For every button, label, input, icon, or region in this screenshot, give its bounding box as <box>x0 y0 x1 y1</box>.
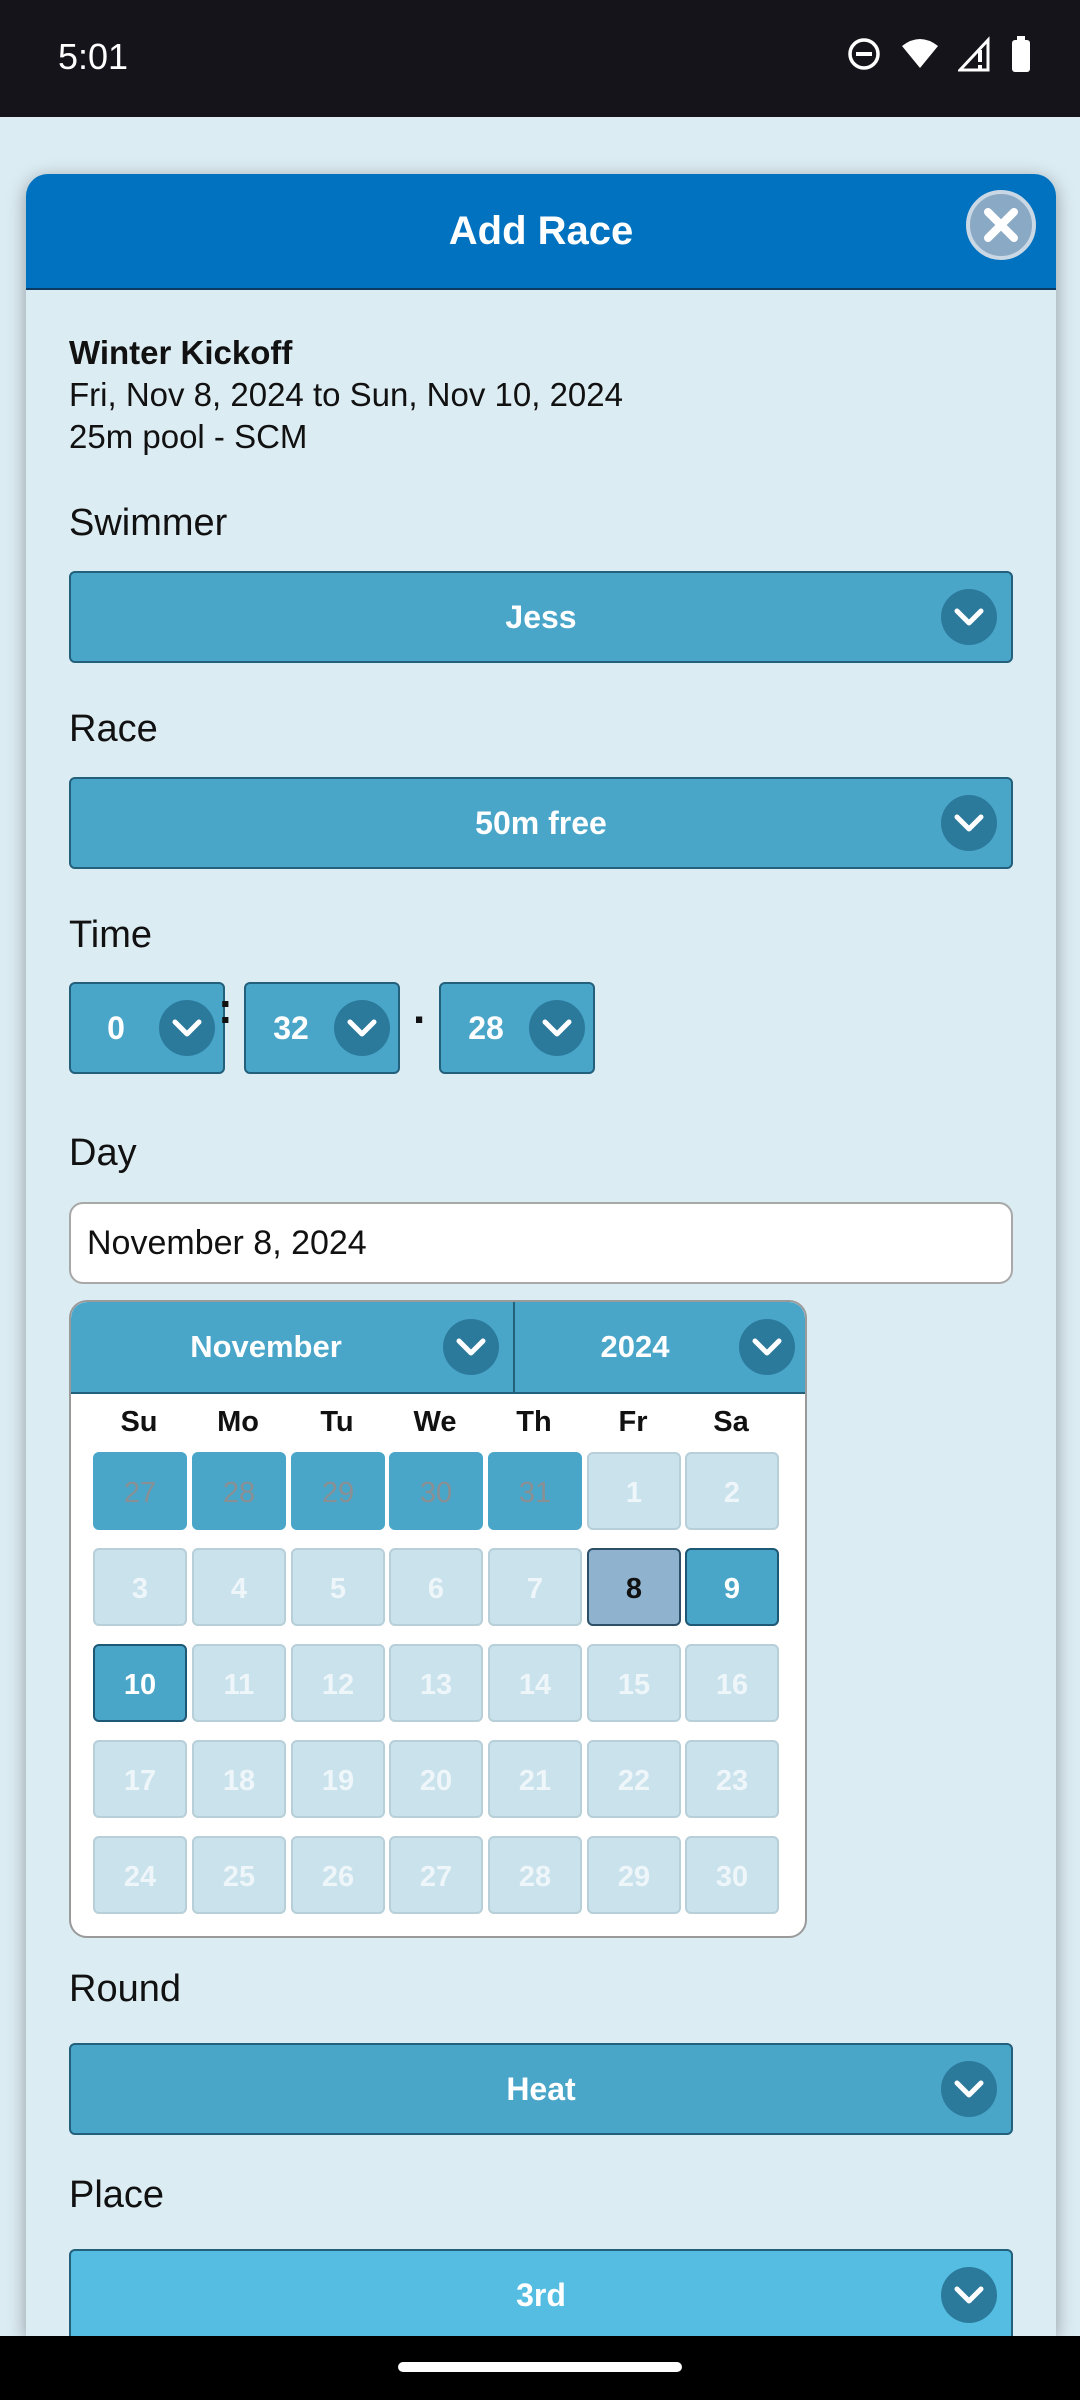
meet-info: Winter Kickoff Fri, Nov 8, 2024 to Sun, … <box>69 332 623 458</box>
calendar-day: 18 <box>192 1740 286 1818</box>
weekday-label: Mo <box>217 1406 259 1438</box>
weekday-label: We <box>413 1406 457 1438</box>
minutes-value: 0 <box>107 1010 125 1046</box>
calendar-day: 2 <box>685 1452 779 1530</box>
calendar-day: 23 <box>685 1740 779 1818</box>
calendar-day: 12 <box>291 1644 385 1722</box>
swimmer-label: Swimmer <box>69 502 228 544</box>
race-value: 50m free <box>475 805 607 841</box>
calendar-day-selected[interactable]: 8 <box>587 1548 681 1626</box>
calendar-day: 27 <box>389 1836 483 1914</box>
chevron-down-icon <box>529 1000 585 1056</box>
chevron-down-icon <box>334 1000 390 1056</box>
status-icons <box>846 36 1032 72</box>
calendar-day: 20 <box>389 1740 483 1818</box>
calendar-day: 26 <box>291 1836 385 1914</box>
calendar-day: 30 <box>685 1836 779 1914</box>
chevron-down-icon <box>159 1000 215 1056</box>
minutes-select[interactable]: 0 <box>69 982 225 1074</box>
day-label: Day <box>69 1132 137 1174</box>
month-value: November <box>190 1329 342 1364</box>
calendar-day: 21 <box>488 1740 582 1818</box>
status-time: 5:01 <box>58 36 129 77</box>
calendar-day-available[interactable]: 10 <box>93 1644 187 1722</box>
calendar-day: 15 <box>587 1644 681 1722</box>
calendar-day: 7 <box>488 1548 582 1626</box>
battery-icon <box>1012 36 1030 72</box>
weekday-label: Th <box>516 1406 552 1438</box>
calendar-day: 24 <box>93 1836 187 1914</box>
calendar-day-other-month: 29 <box>291 1452 385 1530</box>
date-picker: November 2024 Su Mo Tu We Th Fr Sa 27 28… <box>69 1300 807 1938</box>
signal-icon <box>958 36 990 72</box>
seconds-value: 32 <box>273 1010 309 1046</box>
modal-title: Add Race <box>448 209 634 253</box>
calendar-day-other-month: 31 <box>488 1452 582 1530</box>
meet-pool: 25m pool - SCM <box>69 418 308 455</box>
modal-header: Add Race <box>26 174 1056 290</box>
chevron-down-icon <box>941 2061 997 2117</box>
calendar-day: 16 <box>685 1644 779 1722</box>
race-select[interactable]: 50m free <box>69 777 1013 869</box>
calendar-day-other-month: 30 <box>389 1452 483 1530</box>
race-label: Race <box>69 708 158 750</box>
calendar-day: 11 <box>192 1644 286 1722</box>
calendar-day: 6 <box>389 1548 483 1626</box>
calendar-day: 29 <box>587 1836 681 1914</box>
home-gesture-handle[interactable] <box>398 2362 682 2372</box>
calendar-day: 14 <box>488 1644 582 1722</box>
round-label: Round <box>69 1968 181 2010</box>
close-button[interactable] <box>966 190 1036 260</box>
weekday-label: Fr <box>618 1406 648 1438</box>
status-bar: 5:01 <box>0 0 1080 117</box>
year-select[interactable]: 2024 <box>515 1302 805 1392</box>
meet-name: Winter Kickoff <box>69 334 293 371</box>
calendar-day-available[interactable]: 9 <box>685 1548 779 1626</box>
calendar-day: 13 <box>389 1644 483 1722</box>
round-value: Heat <box>506 2071 576 2107</box>
year-value: 2024 <box>600 1329 670 1364</box>
month-select[interactable]: November <box>71 1302 499 1392</box>
round-select[interactable]: Heat <box>69 2043 1013 2135</box>
do-not-disturb-icon <box>848 38 880 70</box>
weekday-label: Tu <box>320 1406 354 1438</box>
day-input[interactable]: November 8, 2024 <box>69 1202 1013 1284</box>
weekday-label: Su <box>120 1406 158 1438</box>
time-separator-colon: : <box>218 984 233 1033</box>
seconds-select[interactable]: 32 <box>244 982 400 1074</box>
chevron-down-icon <box>941 2267 997 2323</box>
hundredths-select[interactable]: 28 <box>439 982 595 1074</box>
calendar-day: 4 <box>192 1548 286 1626</box>
chevron-down-icon <box>739 1319 795 1375</box>
swimmer-value: Jess <box>505 599 577 635</box>
calendar-day-other-month: 28 <box>192 1452 286 1530</box>
place-label: Place <box>69 2174 165 2216</box>
chevron-down-icon <box>443 1319 499 1375</box>
calendar-day: 25 <box>192 1836 286 1914</box>
chevron-down-icon <box>941 589 997 645</box>
time-label: Time <box>69 914 153 956</box>
weekday-label: Sa <box>713 1406 749 1438</box>
calendar-day: 17 <box>93 1740 187 1818</box>
time-separator-dot: . <box>413 984 426 1033</box>
close-icon <box>984 208 1018 242</box>
calendar-day: 1 <box>587 1452 681 1530</box>
place-select[interactable]: 3rd <box>69 2249 1013 2336</box>
calendar-day: 3 <box>93 1548 187 1626</box>
place-value: 3rd <box>516 2277 566 2313</box>
hundredths-value: 28 <box>468 1010 504 1046</box>
meet-dates: Fri, Nov 8, 2024 to Sun, Nov 10, 2024 <box>69 376 623 413</box>
calendar-day-other-month: 27 <box>93 1452 187 1530</box>
add-race-modal: Add Race Winter Kickoff Fri, Nov 8, 2024… <box>26 174 1056 2336</box>
calendar-header: November 2024 <box>71 1302 805 1394</box>
calendar-day: 28 <box>488 1836 582 1914</box>
calendar-day: 5 <box>291 1548 385 1626</box>
calendar-day: 22 <box>587 1740 681 1818</box>
calendar-day: 19 <box>291 1740 385 1818</box>
wifi-icon <box>902 39 938 68</box>
swimmer-select[interactable]: Jess <box>69 571 1013 663</box>
chevron-down-icon <box>941 795 997 851</box>
